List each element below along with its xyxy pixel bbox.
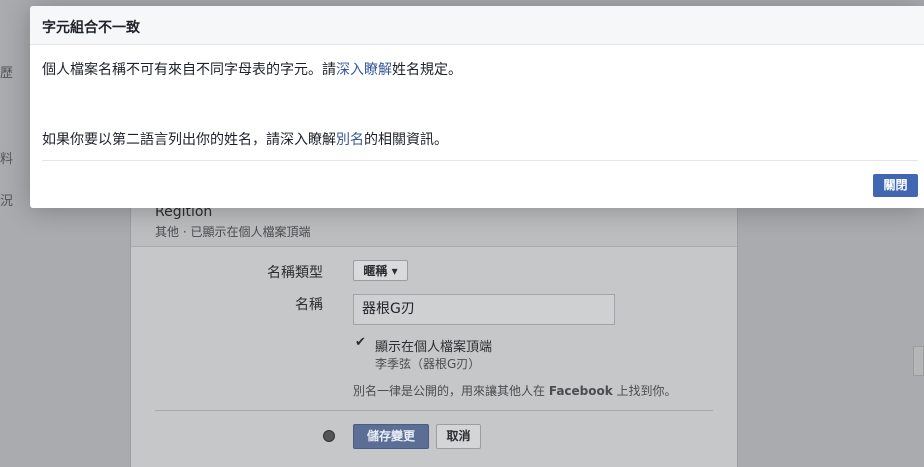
caret-down-icon: ▾ bbox=[391, 264, 398, 278]
name-type-value: 暱稱 bbox=[363, 264, 388, 278]
dialog-message-1: 個人檔案名稱不可有來自不同字母表的字元。請深入瞭解姓名規定。 bbox=[42, 62, 462, 78]
side-scroll-tab[interactable] bbox=[913, 346, 924, 376]
show-on-profile-label: 顯示在個人檔案頂端 bbox=[375, 340, 493, 355]
learn-more-link[interactable]: 深入瞭解 bbox=[336, 62, 392, 78]
divider bbox=[155, 410, 713, 411]
dialog-title: 字元組合不一致 bbox=[42, 20, 140, 36]
close-button[interactable]: 關閉 bbox=[873, 174, 918, 197]
dialog-message-2: 如果你要以第二語言列出你的姓名，請深入瞭解別名的相關資訊。 bbox=[42, 132, 448, 148]
dialog-header: 字元組合不一致 bbox=[30, 6, 924, 45]
show-on-profile-checkbox[interactable]: ✔ bbox=[355, 336, 369, 350]
sidebar-fragment: 料 bbox=[0, 152, 14, 167]
name-input[interactable]: 器根G刃 bbox=[353, 294, 615, 325]
nickname-edit-panel: Regition 其他 · 已顯示在個人檔案頂端 名稱類型 暱稱 ▾ 名稱 器根… bbox=[130, 170, 738, 467]
show-on-profile-preview: 李季弦（器根G刃） bbox=[375, 357, 481, 371]
name-label: 名稱 bbox=[295, 297, 323, 313]
sidebar-fragment: 歷 bbox=[0, 66, 14, 81]
nickname-entry-subtitle: 其他 · 已顯示在個人檔案頂端 bbox=[155, 225, 311, 239]
dialog-divider bbox=[42, 160, 918, 161]
checkmark-icon: ✔ bbox=[355, 335, 366, 350]
sidebar-fragment: 況 bbox=[0, 194, 14, 209]
name-type-select[interactable]: 暱稱 ▾ bbox=[353, 260, 408, 281]
background-sidebar: 歷 料 況 bbox=[0, 0, 14, 467]
inconsistent-characters-dialog: 字元組合不一致 個人檔案名稱不可有來自不同字母表的字元。請深入瞭解姓名規定。 如… bbox=[30, 6, 924, 208]
name-type-label: 名稱類型 bbox=[267, 265, 323, 281]
cancel-button[interactable]: 取消 bbox=[436, 424, 481, 449]
globe-icon[interactable] bbox=[323, 430, 335, 442]
save-changes-button[interactable]: 儲存變更 bbox=[353, 424, 429, 449]
nickname-link[interactable]: 別名 bbox=[336, 132, 364, 148]
public-notice: 別名一律是公開的，用來讓其他人在 Facebook 上找到你。 bbox=[353, 384, 677, 398]
